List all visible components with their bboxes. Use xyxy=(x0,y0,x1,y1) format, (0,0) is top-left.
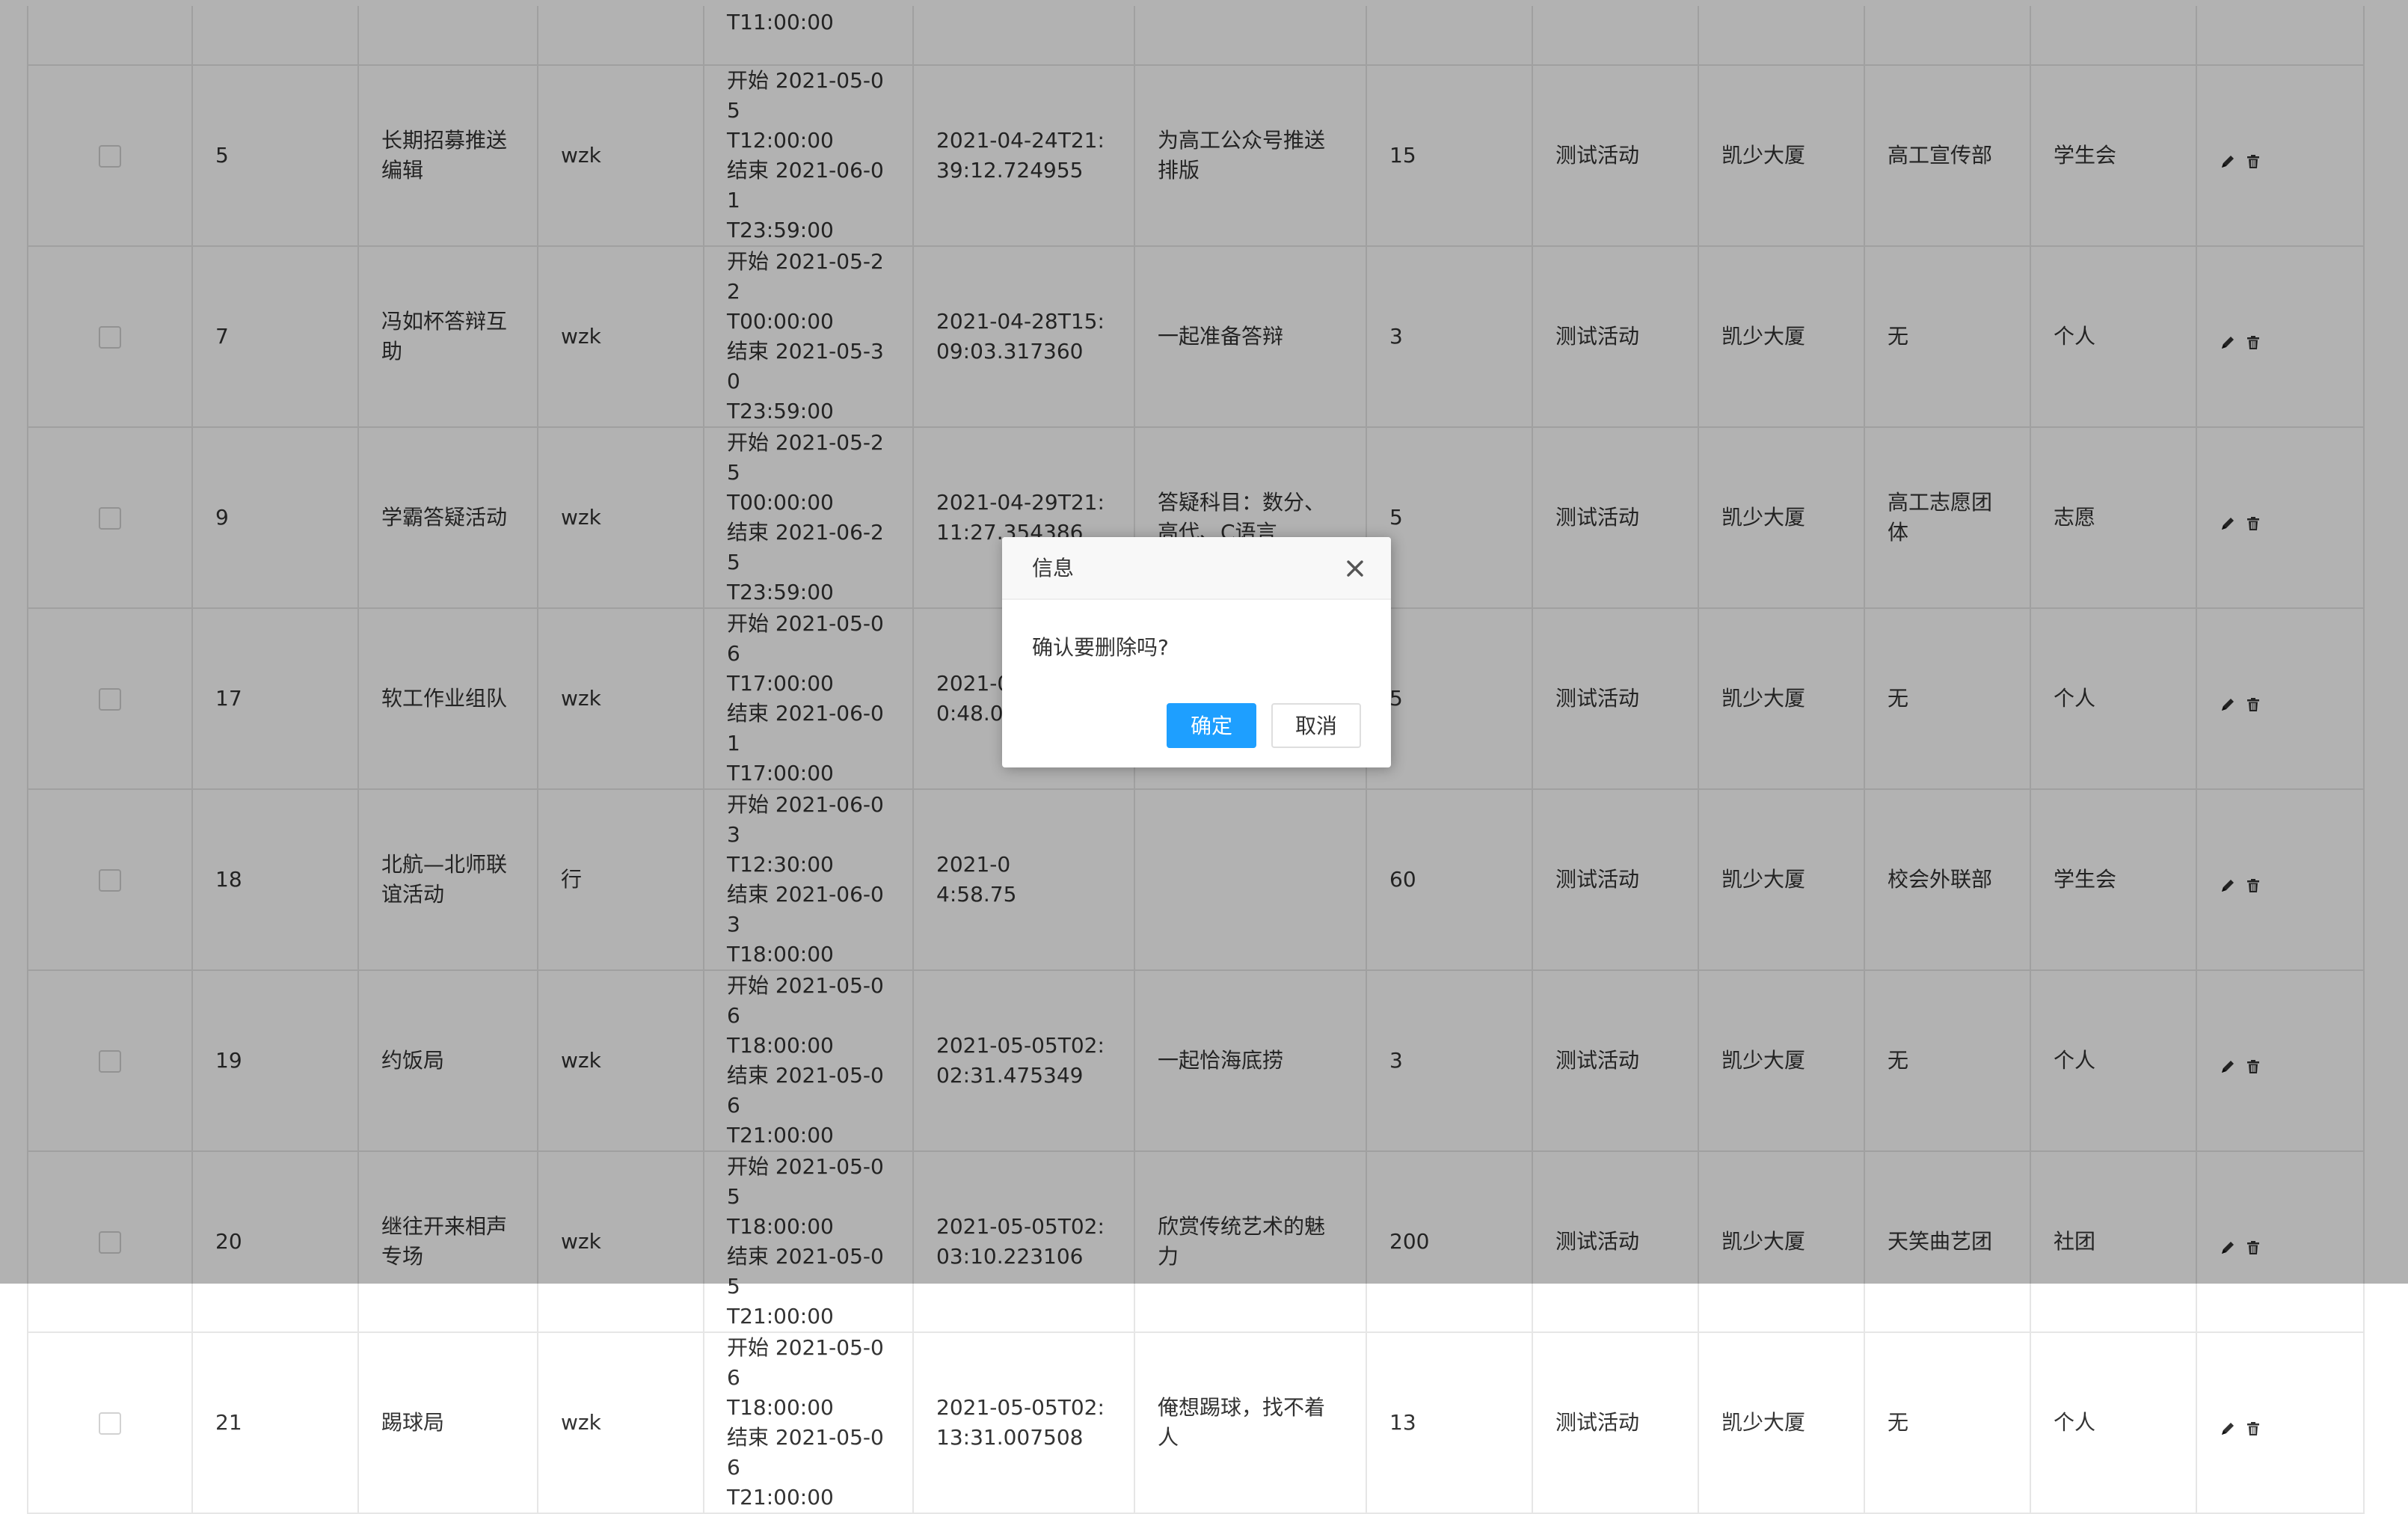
cell-id: 21 xyxy=(191,1331,359,1514)
cell-org: 无 xyxy=(1864,1331,2031,1514)
time-line: 开始 2021-05-06 xyxy=(727,1335,884,1390)
cell-created-at: 2021-05-05T02:13:31.007508 xyxy=(912,1331,1135,1514)
dialog-message: 确认要删除吗? xyxy=(1032,635,1169,660)
cancel-button[interactable]: 取消 xyxy=(1271,703,1361,748)
created-at-text: 2021-05-05T02:13:31.007508 xyxy=(936,1395,1105,1450)
time-line: T21:00:00 xyxy=(727,1485,834,1510)
dialog-header: 信息 xyxy=(1002,537,1391,600)
pencil-icon[interactable] xyxy=(2220,1415,2236,1435)
row-checkbox-cell xyxy=(27,1331,193,1514)
cell-category: 测试活动 xyxy=(1532,1331,1699,1514)
time-line: 结束 2021-05-06 xyxy=(727,1425,884,1480)
time-line: T18:00:00 xyxy=(727,1395,834,1420)
cell-name: 踢球局 xyxy=(357,1331,538,1514)
confirm-button[interactable]: 确定 xyxy=(1167,703,1256,748)
cell-time: 开始 2021-05-06 T18:00:00 结束 2021-05-06 T21:0… xyxy=(703,1331,914,1514)
page: 动结束 2021-05-08T11:00:006:47.690602会5长期招募… xyxy=(0,0,2408,1514)
cell-operations xyxy=(2196,1331,2365,1514)
trash-icon[interactable] xyxy=(2245,1415,2261,1435)
confirm-dialog: 信息 确认要删除吗? 确定 取消 xyxy=(1002,537,1391,767)
cell-desc: 俺想踢球，找不着人 xyxy=(1134,1331,1367,1514)
dialog-title: 信息 xyxy=(1032,556,1075,580)
close-icon[interactable] xyxy=(1343,557,1367,580)
table-row: 21 踢球局 wzk 开始 2021-05-06 T18:00:00 结束 2021-05… xyxy=(27,1331,2365,1514)
cell-location: 凯少大厦 xyxy=(1698,1331,1865,1514)
row-checkbox[interactable] xyxy=(99,1412,121,1435)
cell-count: 13 xyxy=(1366,1331,1533,1514)
cell-creator: wzk xyxy=(537,1331,704,1514)
time-line: T21:00:00 xyxy=(727,1304,834,1328)
cell-type: 个人 xyxy=(2030,1331,2197,1514)
